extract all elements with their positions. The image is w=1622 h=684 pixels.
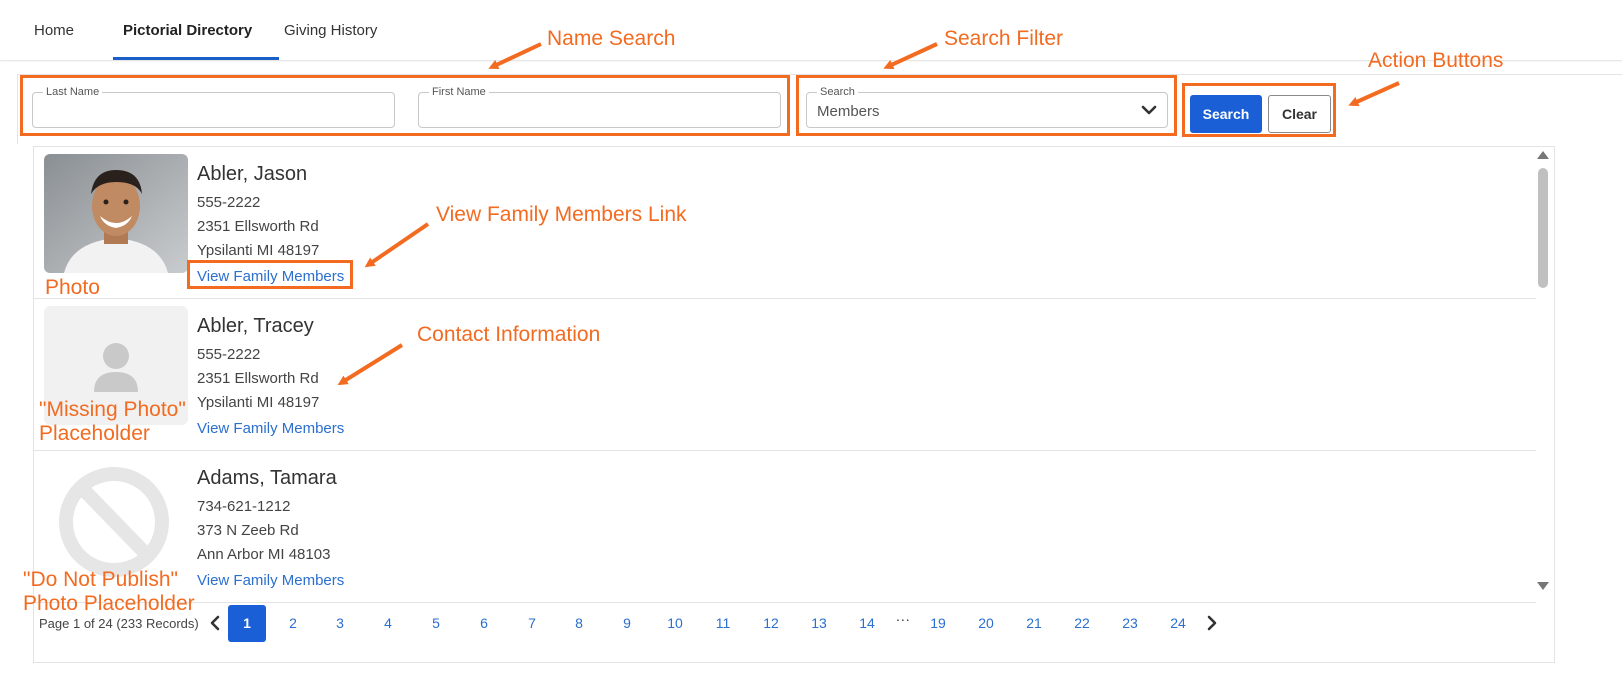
member-address-line1: 373 N Zeeb Rd bbox=[197, 522, 299, 539]
page-button[interactable]: 4 bbox=[369, 605, 407, 642]
annotation-name-search: Name Search bbox=[547, 27, 676, 50]
page-button[interactable]: 10 bbox=[656, 605, 694, 642]
member-address-line2: Ypsilanti MI 48197 bbox=[197, 242, 320, 259]
search-filter-label: Search bbox=[817, 85, 858, 99]
scroll-down-arrow-icon[interactable] bbox=[1537, 582, 1549, 590]
page-button[interactable]: 8 bbox=[560, 605, 598, 642]
tab-pictorial-directory[interactable]: Pictorial Directory bbox=[123, 0, 252, 61]
member-phone: 555-2222 bbox=[197, 346, 261, 363]
member-photo bbox=[44, 154, 188, 273]
page-button[interactable]: 21 bbox=[1015, 605, 1053, 642]
page-button[interactable]: 7 bbox=[513, 605, 551, 642]
page-button[interactable]: 12 bbox=[752, 605, 790, 642]
annotation-missing-photo-line1: "Missing Photo" bbox=[39, 398, 186, 421]
page-button[interactable]: 19 bbox=[919, 605, 957, 642]
view-family-members-link[interactable]: View Family Members bbox=[197, 268, 344, 286]
page-button[interactable]: 22 bbox=[1063, 605, 1101, 642]
page-button[interactable]: 2 bbox=[274, 605, 312, 642]
view-family-members-link[interactable]: View Family Members bbox=[197, 572, 344, 590]
page-button[interactable]: 20 bbox=[967, 605, 1005, 642]
member-address-line1: 2351 Ellsworth Rd bbox=[197, 218, 319, 235]
page-button[interactable]: 11 bbox=[704, 605, 742, 642]
page-button[interactable]: 23 bbox=[1111, 605, 1149, 642]
annotation-do-not-publish-line2: Photo Placeholder bbox=[23, 592, 195, 615]
member-address-line1: 2351 Ellsworth Rd bbox=[197, 370, 319, 387]
pagination-ellipsis: ... bbox=[896, 608, 911, 624]
page-button[interactable]: 14 bbox=[848, 605, 886, 642]
scrollbar-thumb[interactable] bbox=[1538, 168, 1548, 288]
active-tab-indicator bbox=[113, 57, 279, 60]
annotation-do-not-publish-line1: "Do Not Publish" bbox=[23, 568, 178, 591]
contact-info: Abler, Jason 555-2222 2351 Ellsworth Rd … bbox=[197, 163, 344, 286]
contact-info: Adams, Tamara 734-621-1212 373 N Zeeb Rd… bbox=[197, 467, 344, 590]
search-button[interactable]: Search bbox=[1190, 95, 1262, 133]
page-info: Page 1 of 24 (233 Records) bbox=[39, 616, 199, 631]
annotation-search-filter: Search Filter bbox=[944, 27, 1064, 50]
member-name: Adams, Tamara bbox=[197, 467, 337, 489]
clear-button[interactable]: Clear bbox=[1268, 95, 1331, 133]
first-name-field[interactable]: First Name bbox=[418, 85, 781, 128]
member-address-line2: Ann Arbor MI 48103 bbox=[197, 546, 331, 563]
page-button[interactable]: 13 bbox=[800, 605, 838, 642]
first-name-input[interactable] bbox=[420, 94, 779, 126]
search-filter-select[interactable]: Search Members bbox=[806, 85, 1168, 128]
results-list: Abler, Jason 555-2222 2351 Ellsworth Rd … bbox=[33, 146, 1555, 663]
do-not-publish-placeholder bbox=[44, 458, 188, 577]
annotation-photo: Photo bbox=[45, 276, 100, 299]
chevron-right-icon[interactable] bbox=[1205, 615, 1219, 631]
list-item: Adams, Tamara 734-621-1212 373 N Zeeb Rd… bbox=[34, 451, 1536, 603]
annotation-contact-information: Contact Information bbox=[417, 323, 601, 346]
chevron-left-icon[interactable] bbox=[208, 615, 222, 631]
member-phone: 555-2222 bbox=[197, 194, 261, 211]
member-phone: 734-621-1212 bbox=[197, 498, 291, 515]
scroll-up-arrow-icon[interactable] bbox=[1537, 151, 1549, 159]
member-name: Abler, Jason bbox=[197, 163, 308, 185]
page-button[interactable]: 1 bbox=[228, 605, 266, 642]
view-family-members-link[interactable]: View Family Members bbox=[197, 420, 344, 438]
list-item: Abler, Jason 555-2222 2351 Ellsworth Rd … bbox=[34, 147, 1536, 299]
chevron-down-icon bbox=[1141, 105, 1157, 115]
member-address-line2: Ypsilanti MI 48197 bbox=[197, 394, 320, 411]
contact-info: Abler, Tracey 555-2222 2351 Ellsworth Rd… bbox=[197, 315, 344, 438]
page-button[interactable]: 24 bbox=[1159, 605, 1197, 642]
annotation-view-family-link: View Family Members Link bbox=[436, 203, 687, 226]
tab-giving-history[interactable]: Giving History bbox=[284, 0, 377, 61]
annotation-missing-photo-line2: Placeholder bbox=[39, 422, 150, 445]
search-filter-value: Members bbox=[817, 103, 880, 120]
last-name-field[interactable]: Last Name bbox=[32, 85, 395, 128]
last-name-input[interactable] bbox=[34, 94, 393, 126]
prohibited-icon bbox=[59, 467, 169, 577]
tab-home[interactable]: Home bbox=[34, 0, 74, 61]
list-item: Abler, Tracey 555-2222 2351 Ellsworth Rd… bbox=[34, 299, 1536, 451]
member-name: Abler, Tracey bbox=[197, 315, 314, 337]
page-button[interactable]: 9 bbox=[608, 605, 646, 642]
page-button[interactable]: 3 bbox=[321, 605, 359, 642]
page-button[interactable]: 5 bbox=[417, 605, 455, 642]
annotation-action-buttons: Action Buttons bbox=[1368, 49, 1504, 72]
page-button[interactable]: 6 bbox=[465, 605, 503, 642]
